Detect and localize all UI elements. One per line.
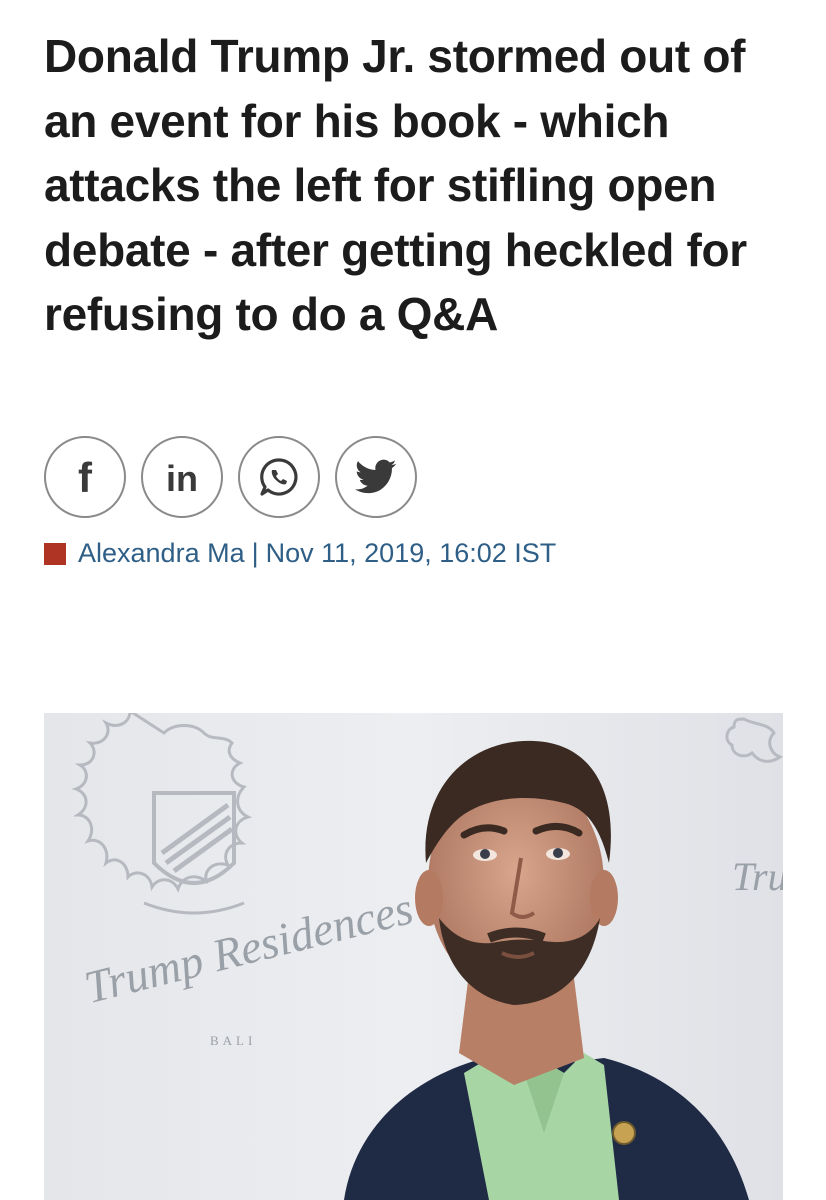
linkedin-icon: in bbox=[157, 454, 207, 500]
article-photo: Trump Residences BALI Tru bbox=[44, 713, 783, 1200]
author-name[interactable]: Alexandra Ma bbox=[78, 538, 245, 569]
byline-separator: | bbox=[251, 538, 259, 568]
facebook-icon: f bbox=[65, 454, 105, 500]
facebook-icon-glyph: f bbox=[78, 454, 93, 500]
publish-date: Nov 11, 2019, 16:02 IST bbox=[265, 538, 557, 568]
twitter-icon bbox=[355, 459, 397, 495]
whatsapp-share-button[interactable] bbox=[238, 436, 320, 518]
watermark-subtext: BALI bbox=[210, 1033, 257, 1048]
category-marker bbox=[44, 542, 66, 565]
watermark-text-right: Tru bbox=[732, 854, 783, 899]
share-buttons: f in bbox=[44, 436, 417, 518]
whatsapp-icon bbox=[257, 455, 301, 499]
facebook-share-button[interactable]: f bbox=[44, 436, 126, 518]
twitter-share-button[interactable] bbox=[335, 436, 417, 518]
lapel-pin bbox=[612, 1121, 636, 1145]
article-headline: Donald Trump Jr. stormed out of an event… bbox=[44, 30, 747, 340]
linkedin-icon-glyph: in bbox=[166, 458, 198, 499]
byline: Alexandra Ma | Nov 11, 2019, 16:02 IST bbox=[44, 538, 556, 569]
linkedin-share-button[interactable]: in bbox=[141, 436, 223, 518]
